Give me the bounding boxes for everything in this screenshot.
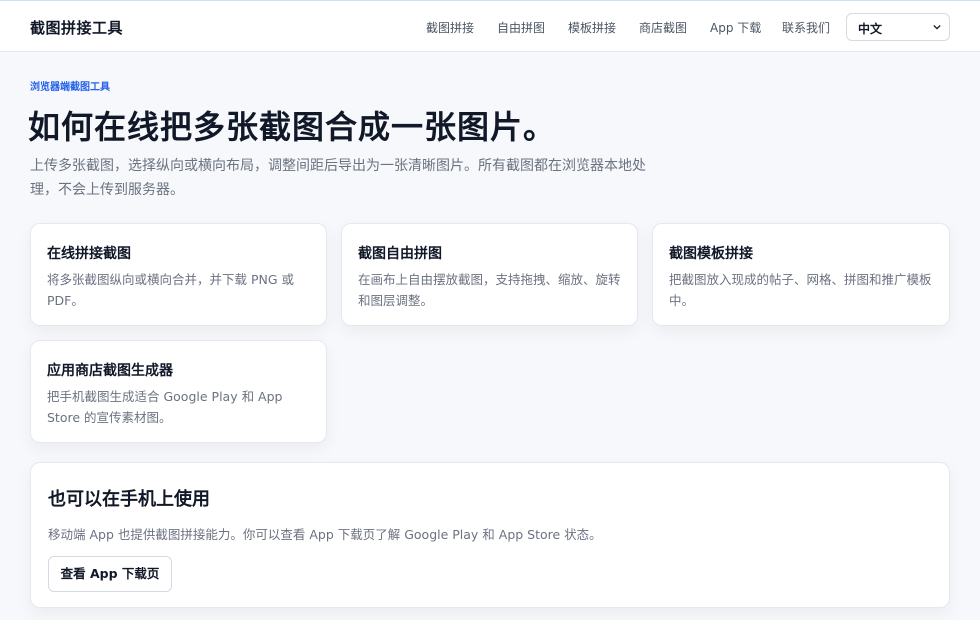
page-title: 如何在线把多张截图合成一张图片。: [28, 108, 557, 146]
top-navigation-bar: 截图拼接工具 截图拼接 自由拼图 模板拼接 商店截图 App 下载 联系我们 中…: [0, 0, 980, 52]
feature-card-stitch[interactable]: 在线拼接截图 将多张截图纵向或横向合并，并下载 PNG 或 PDF。: [30, 223, 327, 326]
chevron-down-icon: [933, 24, 941, 30]
feature-card-title: 截图模板拼接: [669, 246, 753, 262]
language-select-value: 中文: [858, 22, 883, 36]
feature-card-store-screenshots[interactable]: 应用商店截图生成器 把手机截图生成适合 Google Play 和 App St…: [30, 340, 327, 443]
view-app-download-button[interactable]: 查看 App 下载页: [48, 556, 172, 592]
hero-eyebrow: 浏览器端截图工具: [30, 82, 110, 93]
mobile-app-section: 也可以在手机上使用 移动端 App 也提供截图拼接能力。你可以查看 App 下载…: [30, 462, 950, 608]
feature-card-title: 应用商店截图生成器: [47, 363, 173, 379]
nav-link-templates[interactable]: 模板拼接: [568, 19, 616, 36]
feature-card-templates[interactable]: 截图模板拼接 把截图放入现成的帖子、网格、拼图和推广模板中。: [652, 223, 950, 326]
feature-card-description: 把手机截图生成适合 Google Play 和 App Store 的宣传素材图…: [47, 389, 283, 425]
nav-link-label[interactable]: 截图拼接: [426, 21, 474, 35]
feature-card-title: 截图自由拼图: [358, 246, 442, 262]
nav-link-free-collage[interactable]: 自由拼图: [497, 19, 545, 36]
nav-link-stitch[interactable]: 截图拼接: [426, 19, 474, 36]
nav-link-label[interactable]: 商店截图: [639, 21, 687, 35]
feature-card-free-collage[interactable]: 截图自由拼图 在画布上自由摆放截图，支持拖拽、缩放、旋转和图层调整。: [341, 223, 638, 326]
nav-link-contact[interactable]: 联系我们: [782, 19, 830, 36]
mobile-section-description: 移动端 App 也提供截图拼接能力。你可以查看 App 下载页了解 Google…: [48, 527, 602, 542]
nav-link-store-screenshots[interactable]: 商店截图: [639, 19, 687, 36]
nav-link-label[interactable]: 模板拼接: [568, 21, 616, 35]
hero-subtitle: 上传多张截图，选择纵向或横向布局，调整间距后导出为一张清晰图片。所有截图都在浏览…: [30, 158, 646, 198]
feature-card-title: 在线拼接截图: [47, 246, 131, 262]
language-select[interactable]: 中文: [846, 13, 950, 41]
nav-link-label[interactable]: App 下载: [710, 21, 761, 35]
brand-logo-text[interactable]: 截图拼接工具: [30, 17, 123, 38]
feature-card-description: 把截图放入现成的帖子、网格、拼图和推广模板中。: [669, 272, 932, 308]
feature-card-description: 在画布上自由摆放截图，支持拖拽、缩放、旋转和图层调整。: [358, 272, 621, 308]
nav-link-app-download[interactable]: App 下载: [710, 19, 761, 36]
nav-link-label[interactable]: 自由拼图: [497, 21, 545, 35]
nav-link-label[interactable]: 联系我们: [782, 21, 830, 35]
feature-card-description: 将多张截图纵向或横向合并，并下载 PNG 或 PDF。: [47, 272, 295, 308]
mobile-section-title: 也可以在手机上使用: [48, 489, 210, 510]
